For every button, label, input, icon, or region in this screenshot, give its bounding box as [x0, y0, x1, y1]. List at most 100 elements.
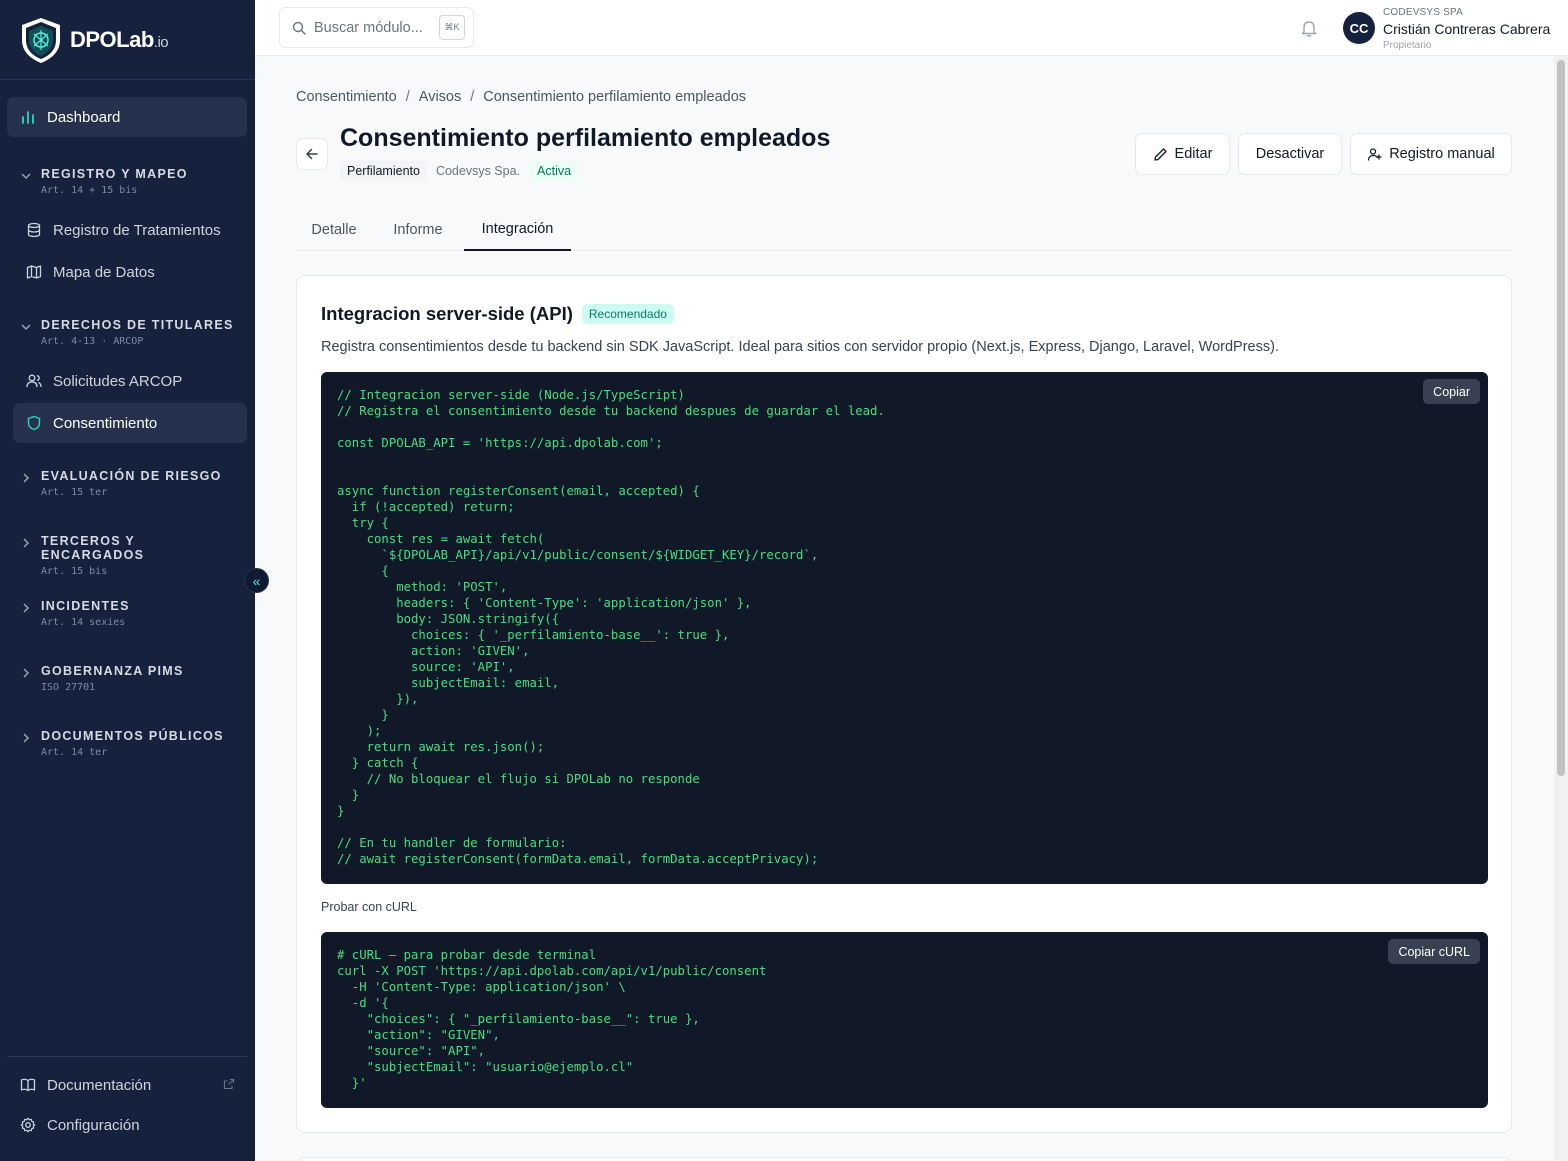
section-incidentes[interactable]: INCIDENTES Art. 14 sexies: [20, 599, 240, 628]
code-block-curl[interactable]: # cURL — para probar desde terminal curl…: [321, 932, 1488, 1108]
page-title: Consentimiento perfilamiento empleados: [340, 124, 831, 152]
user-plus-icon: [1368, 147, 1382, 161]
bell-icon[interactable]: [1299, 18, 1319, 38]
section-subtitle: Art. 15 ter: [41, 487, 108, 498]
arrow-left-icon: [306, 148, 318, 160]
section-title: DERECHOS DE TITULARES: [41, 318, 234, 332]
sidebar-item-registro-tratamientos[interactable]: Registro de Tratamientos: [13, 210, 247, 250]
shortcut-hint: ⌘K: [439, 15, 465, 40]
section-registro-mapeo[interactable]: REGISTRO Y MAPEO Art. 14 + 15 bis: [20, 167, 240, 196]
section-subtitle: Art. 14 + 15 bis: [41, 185, 138, 196]
recommended-badge: Recomendado: [581, 304, 674, 324]
sidebar-item-documentacion[interactable]: Documentación: [7, 1067, 247, 1103]
shield-logo-icon: [22, 17, 60, 63]
sidebar-item-consentimiento[interactable]: Consentimiento: [13, 403, 247, 443]
section-title: GOBERNANZA PIMS: [41, 664, 184, 678]
curl-content[interactable]: # cURL — para probar desde terminal curl…: [337, 947, 766, 1091]
breadcrumb-item-avisos[interactable]: Avisos: [419, 89, 461, 105]
category-tag: Perfilamiento: [340, 161, 427, 181]
chevron-right-icon: [23, 668, 30, 678]
sidebar-item-solicitudes-arcop[interactable]: Solicitudes ARCOP: [13, 361, 247, 401]
breadcrumb: Consentimiento / Avisos / Consentimiento per…: [296, 89, 746, 105]
topbar: ⌘K CC CODEVSYS SPA Cristián Contreras Ca…: [255, 0, 1568, 56]
brand-suffix: .io: [153, 33, 169, 51]
section-documentos-publicos[interactable]: DOCUMENTOS PÚBLICOS Art. 14 ter: [20, 729, 240, 758]
user-name: Cristián Contreras Cabrera: [1383, 21, 1551, 37]
section-derechos-titulares[interactable]: DERECHOS DE TITULARES Art. 4-13 · ARCOP: [20, 318, 240, 347]
sidebar-item-label: Registro de Tratamientos: [53, 221, 221, 239]
section-title: TERCEROS Y ENCARGADOS: [41, 534, 145, 562]
shield-icon: [25, 414, 43, 432]
external-link-icon: [223, 1078, 235, 1090]
page-tags: Perfilamiento Codevsys Spa. Activa: [340, 161, 579, 181]
avatar[interactable]: CC: [1343, 12, 1375, 44]
chevron-right-icon: [23, 473, 30, 483]
chevron-down-icon: [21, 324, 31, 331]
section-terceros-encargados[interactable]: TERCEROS Y ENCARGADOS Art. 15 bis: [20, 534, 240, 577]
deactivate-button-label: Desactivar: [1255, 146, 1325, 162]
sidebar-item-mapa-datos[interactable]: Mapa de Datos: [13, 252, 247, 292]
next-card: [296, 1157, 1512, 1161]
chevron-right-icon: [23, 733, 30, 743]
sidebar-item-configuracion[interactable]: Configuración: [7, 1107, 247, 1143]
card-title: Integracion server-side (API): [321, 303, 573, 324]
brand-name: DPOLab: [70, 26, 154, 52]
section-title: INCIDENTES: [41, 599, 130, 613]
manual-record-button-label: Registro manual: [1389, 146, 1495, 162]
breadcrumb-separator: /: [405, 89, 410, 105]
edit-button-label: Editar: [1174, 146, 1213, 162]
chevron-down-icon: [21, 173, 31, 180]
book-icon: [19, 1076, 37, 1094]
sidebar-item-label: Dashboard: [47, 108, 121, 126]
deactivate-button[interactable]: Desactivar: [1238, 133, 1342, 175]
logo[interactable]: DPOLab.io: [0, 0, 255, 80]
code-block-server[interactable]: // Integracion server-side (Node.js/Type…: [321, 372, 1488, 884]
breadcrumb-item-consentimiento[interactable]: Consentimiento: [296, 89, 397, 105]
sidebar-item-label: Solicitudes ARCOP: [53, 372, 183, 390]
sidebar-item-label: Mapa de Datos: [53, 263, 155, 281]
section-gobernanza-pims[interactable]: GOBERNANZA PIMS ISO 27701: [20, 664, 240, 693]
user-org: CODEVSYS SPA: [1383, 7, 1464, 18]
sidebar-item-label: Configuración: [47, 1116, 140, 1134]
card-description: Registra consentimientos desde tu backen…: [321, 339, 1279, 355]
integration-card: Integracion server-side (API) Recomendad…: [296, 275, 1512, 1133]
scrollbar-thumb[interactable]: [1557, 60, 1565, 776]
code-content[interactable]: // Integracion server-side (Node.js/Type…: [337, 387, 885, 867]
section-subtitle: ISO 27701: [41, 682, 96, 693]
copy-button[interactable]: Copiar: [1423, 379, 1480, 404]
chevron-right-icon: [23, 538, 30, 548]
section-subtitle: Art. 4-13 · ARCOP: [41, 336, 144, 347]
edit-button[interactable]: Editar: [1135, 133, 1230, 175]
collapse-sidebar-button[interactable]: «: [244, 568, 269, 593]
section-title: DOCUMENTOS PÚBLICOS: [41, 729, 224, 743]
breadcrumb-current: Consentimiento perfilamiento empleados: [483, 89, 747, 105]
user-info[interactable]: CODEVSYS SPA Cristián Contreras Cabrera …: [1383, 7, 1550, 51]
pencil-icon: [1153, 147, 1167, 161]
curl-label: Probar con cURL: [321, 900, 417, 914]
sidebar: DPOLab.io Dashboard REGISTRO Y MAPEO Art…: [0, 0, 255, 1161]
tab-detalle[interactable]: Detalle: [296, 208, 372, 251]
users-icon: [25, 372, 43, 390]
map-icon: [25, 263, 43, 281]
sidebar-item-dashboard[interactable]: Dashboard: [7, 97, 247, 137]
sidebar-item-label: Consentimiento: [53, 414, 158, 432]
sidebar-divider: [7, 1056, 247, 1057]
search-icon: [292, 21, 306, 35]
tab-integracion[interactable]: Integración: [464, 208, 571, 251]
tab-informe[interactable]: Informe: [376, 208, 460, 251]
section-subtitle: Art. 15 bis: [41, 566, 108, 577]
copy-curl-button[interactable]: Copiar cURL: [1388, 939, 1480, 964]
section-title: REGISTRO Y MAPEO: [41, 167, 188, 181]
search-box[interactable]: ⌘K: [279, 7, 474, 48]
manual-record-button[interactable]: Registro manual: [1350, 133, 1512, 175]
gear-icon: [19, 1116, 37, 1134]
section-evaluacion-riesgo[interactable]: EVALUACIÓN DE RIESGO Art. 15 ter: [20, 469, 240, 498]
bar-chart-icon: [19, 108, 37, 126]
user-role: Propietario: [1383, 40, 1432, 51]
back-button[interactable]: [296, 138, 328, 170]
chevron-right-icon: [23, 603, 30, 613]
company-label: Codevsys Spa.: [435, 164, 521, 178]
tab-bar: Detalle Informe Integración: [296, 208, 1512, 251]
section-subtitle: Art. 14 ter: [41, 747, 108, 758]
search-input[interactable]: [314, 19, 434, 36]
